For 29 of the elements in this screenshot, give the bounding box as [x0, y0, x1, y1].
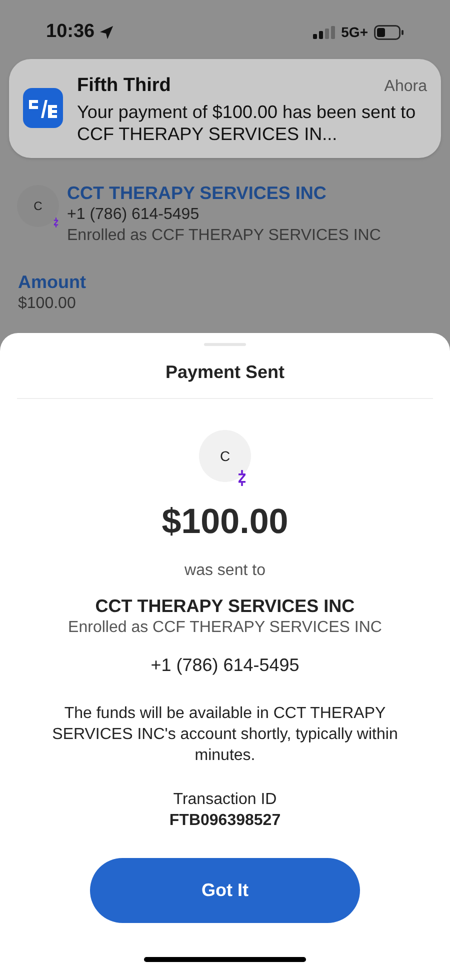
clock-time: 10:36 [46, 20, 95, 44]
notification-banner[interactable]: Fifth Third Ahora Your payment of $100.00 has been sent to CCF THERAPY SERVICES IN... [9, 59, 441, 158]
transaction-id-label: Transaction ID [173, 790, 277, 810]
got-it-button[interactable]: Got It [90, 858, 360, 922]
sent-to-label: was sent to [184, 560, 266, 580]
avatar: C [199, 430, 251, 482]
enrolled-name: Enrolled as CCF THERAPY SERVICES INC [67, 226, 381, 246]
amount-value: $100.00 [18, 294, 77, 314]
avatar: C [17, 184, 59, 226]
sheet-title: Payment Sent [165, 361, 285, 384]
signal-icon [313, 26, 336, 38]
recipient-name: CCT THERAPY SERVICES INC [95, 594, 355, 616]
battery-icon [374, 24, 404, 40]
notification-time: Ahora [384, 77, 427, 97]
transaction-id: FTB096398527 [169, 810, 281, 830]
location-arrow-icon [98, 24, 114, 40]
network-label: 5G+ [341, 22, 368, 42]
recipient-phone: +1 (786) 614-5495 [150, 654, 300, 677]
app-icon [23, 88, 63, 128]
payment-amount: $100.00 [162, 501, 288, 543]
enrolled-name: Enrolled as CCF THERAPY SERVICES INC [68, 618, 382, 638]
notification-message: Your payment of $100.00 has been sent to CCF THERAPY SERVICES IN... [77, 100, 417, 144]
amount-label: Amount [18, 270, 87, 292]
recipient-name: CCT THERAPY SERVICES INC [67, 182, 328, 204]
z-dollar-icon [237, 470, 247, 486]
funds-availability-note: The funds will be available in CCT THERAPY SERVICES INC's account shortly, typically within minutes. [51, 704, 399, 766]
notification-app-name: Fifth Third [77, 74, 171, 98]
recipient-phone: +1 (786) 614-5495 [67, 204, 200, 224]
z-dollar-icon [53, 216, 59, 228]
